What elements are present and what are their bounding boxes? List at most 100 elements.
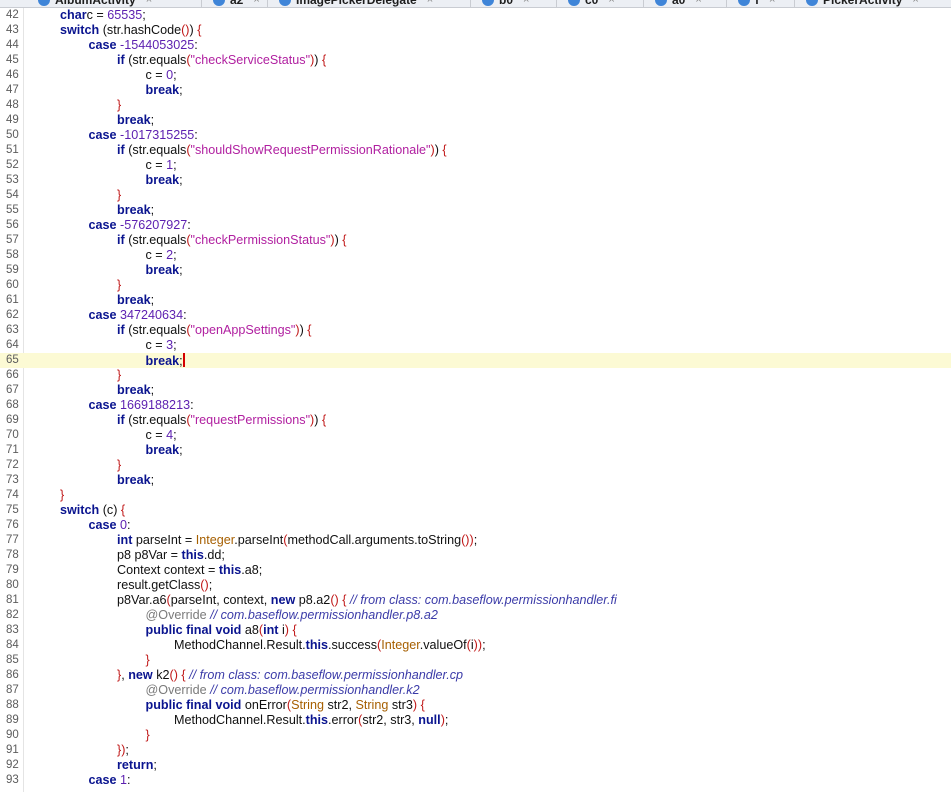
code-token: -1544053025 bbox=[120, 38, 195, 52]
code-token: c = bbox=[145, 248, 167, 262]
code-line[interactable]: 51 if (str.equals("shouldShowRequestPermi… bbox=[0, 143, 951, 158]
code-token: (str.equals bbox=[124, 143, 187, 157]
code-line[interactable]: 54} bbox=[0, 188, 951, 203]
code-token: ; bbox=[179, 173, 183, 187]
code-line[interactable]: 64 c = 3; bbox=[0, 338, 951, 353]
code-line[interactable]: 57 if (str.equals("checkPermissionStatus"… bbox=[0, 233, 951, 248]
code-text: charc = 65535; bbox=[60, 8, 146, 23]
code-line[interactable]: 58 c = 2; bbox=[0, 248, 951, 263]
code-line[interactable]: 84 MethodChannel.Result.this.success(Inte… bbox=[0, 638, 951, 653]
code-line[interactable]: 93 case 1: bbox=[0, 773, 951, 788]
code-line[interactable]: 66} bbox=[0, 368, 951, 383]
code-line[interactable]: 63 if (str.equals("openAppSettings")) { bbox=[0, 323, 951, 338]
code-text: } bbox=[117, 98, 121, 113]
code-line[interactable]: 43 switch (str.hashCode()) { bbox=[0, 23, 951, 38]
code-text: break; bbox=[117, 113, 154, 128]
editor-tab-albumactivity[interactable]: AlbumActivity × bbox=[38, 0, 157, 7]
code-token: break bbox=[117, 293, 151, 307]
code-token: onError bbox=[241, 698, 287, 712]
code-line[interactable]: 61 break; bbox=[0, 293, 951, 308]
code-line[interactable]: 69 if (str.equals("requestPermissions")) … bbox=[0, 413, 951, 428]
code-line[interactable]: 46 c = 0; bbox=[0, 68, 951, 83]
code-token: public final void bbox=[145, 698, 242, 712]
code-editor[interactable]: 42 charc = 65535; 43 switch (str.hashCode()… bbox=[0, 8, 951, 792]
code-line[interactable]: 52 c = 1; bbox=[0, 158, 951, 173]
tab-label: c0 bbox=[585, 0, 598, 7]
code-line[interactable]: 62 case 347240634: bbox=[0, 308, 951, 323]
editor-tab-a0[interactable]: a0 × bbox=[655, 0, 706, 7]
code-token: if bbox=[117, 323, 125, 337]
code-token: (str.hashCode bbox=[99, 23, 182, 37]
code-line[interactable]: 67 break; bbox=[0, 383, 951, 398]
code-line[interactable]: 76 case 0: bbox=[0, 518, 951, 533]
code-token: parseInt = bbox=[132, 533, 196, 547]
code-token: case bbox=[88, 773, 117, 787]
code-line[interactable]: 71 break; bbox=[0, 443, 951, 458]
code-line[interactable]: 45 if (str.equals("checkServiceStatus")) … bbox=[0, 53, 951, 68]
close-tab-icon[interactable]: × bbox=[912, 0, 923, 6]
line-number: 74 bbox=[6, 489, 19, 501]
code-line[interactable]: 60} bbox=[0, 278, 951, 293]
code-line[interactable]: 90} bbox=[0, 728, 951, 743]
code-line[interactable]: 82 @Override // com.baseflow.permissionha… bbox=[0, 608, 951, 623]
close-tab-icon[interactable]: × bbox=[253, 0, 264, 6]
code-line[interactable]: 80 result.getClass(); bbox=[0, 578, 951, 593]
editor-tab-pickeractivity[interactable]: PickerActivity × bbox=[806, 0, 923, 7]
code-line[interactable]: 81 p8Var.a6(parseInt, context, new p8.a2(… bbox=[0, 593, 951, 608]
code-line[interactable]: 48} bbox=[0, 98, 951, 113]
line-number: 55 bbox=[6, 204, 19, 216]
code-line[interactable]: 53 break; bbox=[0, 173, 951, 188]
close-tab-icon[interactable]: × bbox=[523, 0, 534, 6]
code-line[interactable]: 75 switch (c) { bbox=[0, 503, 951, 518]
code-line[interactable]: 83 public final void a8(int i) { bbox=[0, 623, 951, 638]
code-line[interactable]: 78 p8 p8Var = this.dd; bbox=[0, 548, 951, 563]
code-line[interactable]: 44 case -1544053025: bbox=[0, 38, 951, 53]
line-number: 76 bbox=[6, 519, 19, 531]
code-line[interactable]: 85} bbox=[0, 653, 951, 668]
code-line[interactable]: 70 c = 4; bbox=[0, 428, 951, 443]
editor-tab-f[interactable]: f× bbox=[738, 0, 780, 7]
line-number: 58 bbox=[6, 249, 19, 261]
code-line[interactable]: 74} bbox=[0, 488, 951, 503]
code-line[interactable]: 56 case -576207927: bbox=[0, 218, 951, 233]
code-line[interactable]: 91}); bbox=[0, 743, 951, 758]
close-tab-icon[interactable]: × bbox=[695, 0, 706, 6]
code-line[interactable]: 55 break; bbox=[0, 203, 951, 218]
code-text: } bbox=[117, 458, 121, 473]
code-line[interactable]: 79 Context context = this.a8; bbox=[0, 563, 951, 578]
line-number: 77 bbox=[6, 534, 19, 546]
code-line[interactable]: 86}, new k2() { // from class: com.basef… bbox=[0, 668, 951, 683]
tab-label: ImagePickerDelegate bbox=[296, 0, 417, 7]
editor-tab-b0[interactable]: b0 × bbox=[482, 0, 534, 7]
code-line[interactable]: 59 break; bbox=[0, 263, 951, 278]
code-line[interactable]: 92 return; bbox=[0, 758, 951, 773]
code-text: c = 4; bbox=[146, 428, 177, 443]
code-line[interactable]: 89 MethodChannel.Result.this.error(str2, … bbox=[0, 713, 951, 728]
current-code-line[interactable]: 65 break; bbox=[0, 353, 951, 368]
code-token: () bbox=[169, 668, 178, 682]
code-line[interactable]: 68 case 1669188213: bbox=[0, 398, 951, 413]
close-tab-icon[interactable]: × bbox=[146, 0, 157, 6]
code-token: String bbox=[291, 698, 324, 712]
code-token: } bbox=[145, 728, 150, 742]
code-line[interactable]: 73 break; bbox=[0, 473, 951, 488]
code-token: break bbox=[117, 113, 151, 127]
editor-tab-a2[interactable]: a2 × bbox=[213, 0, 264, 7]
code-token: : bbox=[187, 218, 191, 232]
code-line[interactable]: 87 @Override // com.baseflow.permissionha… bbox=[0, 683, 951, 698]
close-tab-icon[interactable]: × bbox=[769, 0, 780, 6]
code-line[interactable]: 42 charc = 65535; bbox=[0, 8, 951, 23]
code-line[interactable]: 88 public final void onError(String str2,… bbox=[0, 698, 951, 713]
close-tab-icon[interactable]: × bbox=[427, 0, 438, 6]
editor-tab-c0[interactable]: c0 × bbox=[568, 0, 619, 7]
code-line[interactable]: 77 int parseInt = Integer.parseInt(method… bbox=[0, 533, 951, 548]
code-line[interactable]: 72} bbox=[0, 458, 951, 473]
code-line[interactable]: 50 case -1017315255: bbox=[0, 128, 951, 143]
code-line[interactable]: 47 break; bbox=[0, 83, 951, 98]
code-line[interactable]: 49 break; bbox=[0, 113, 951, 128]
editor-tab-imagepickerdelegate[interactable]: ImagePickerDelegate × bbox=[279, 0, 438, 7]
code-token: ) bbox=[314, 413, 322, 427]
code-text: if (str.equals("openAppSettings")) { bbox=[117, 323, 312, 338]
code-token: break bbox=[145, 263, 180, 277]
close-tab-icon[interactable]: × bbox=[608, 0, 619, 6]
